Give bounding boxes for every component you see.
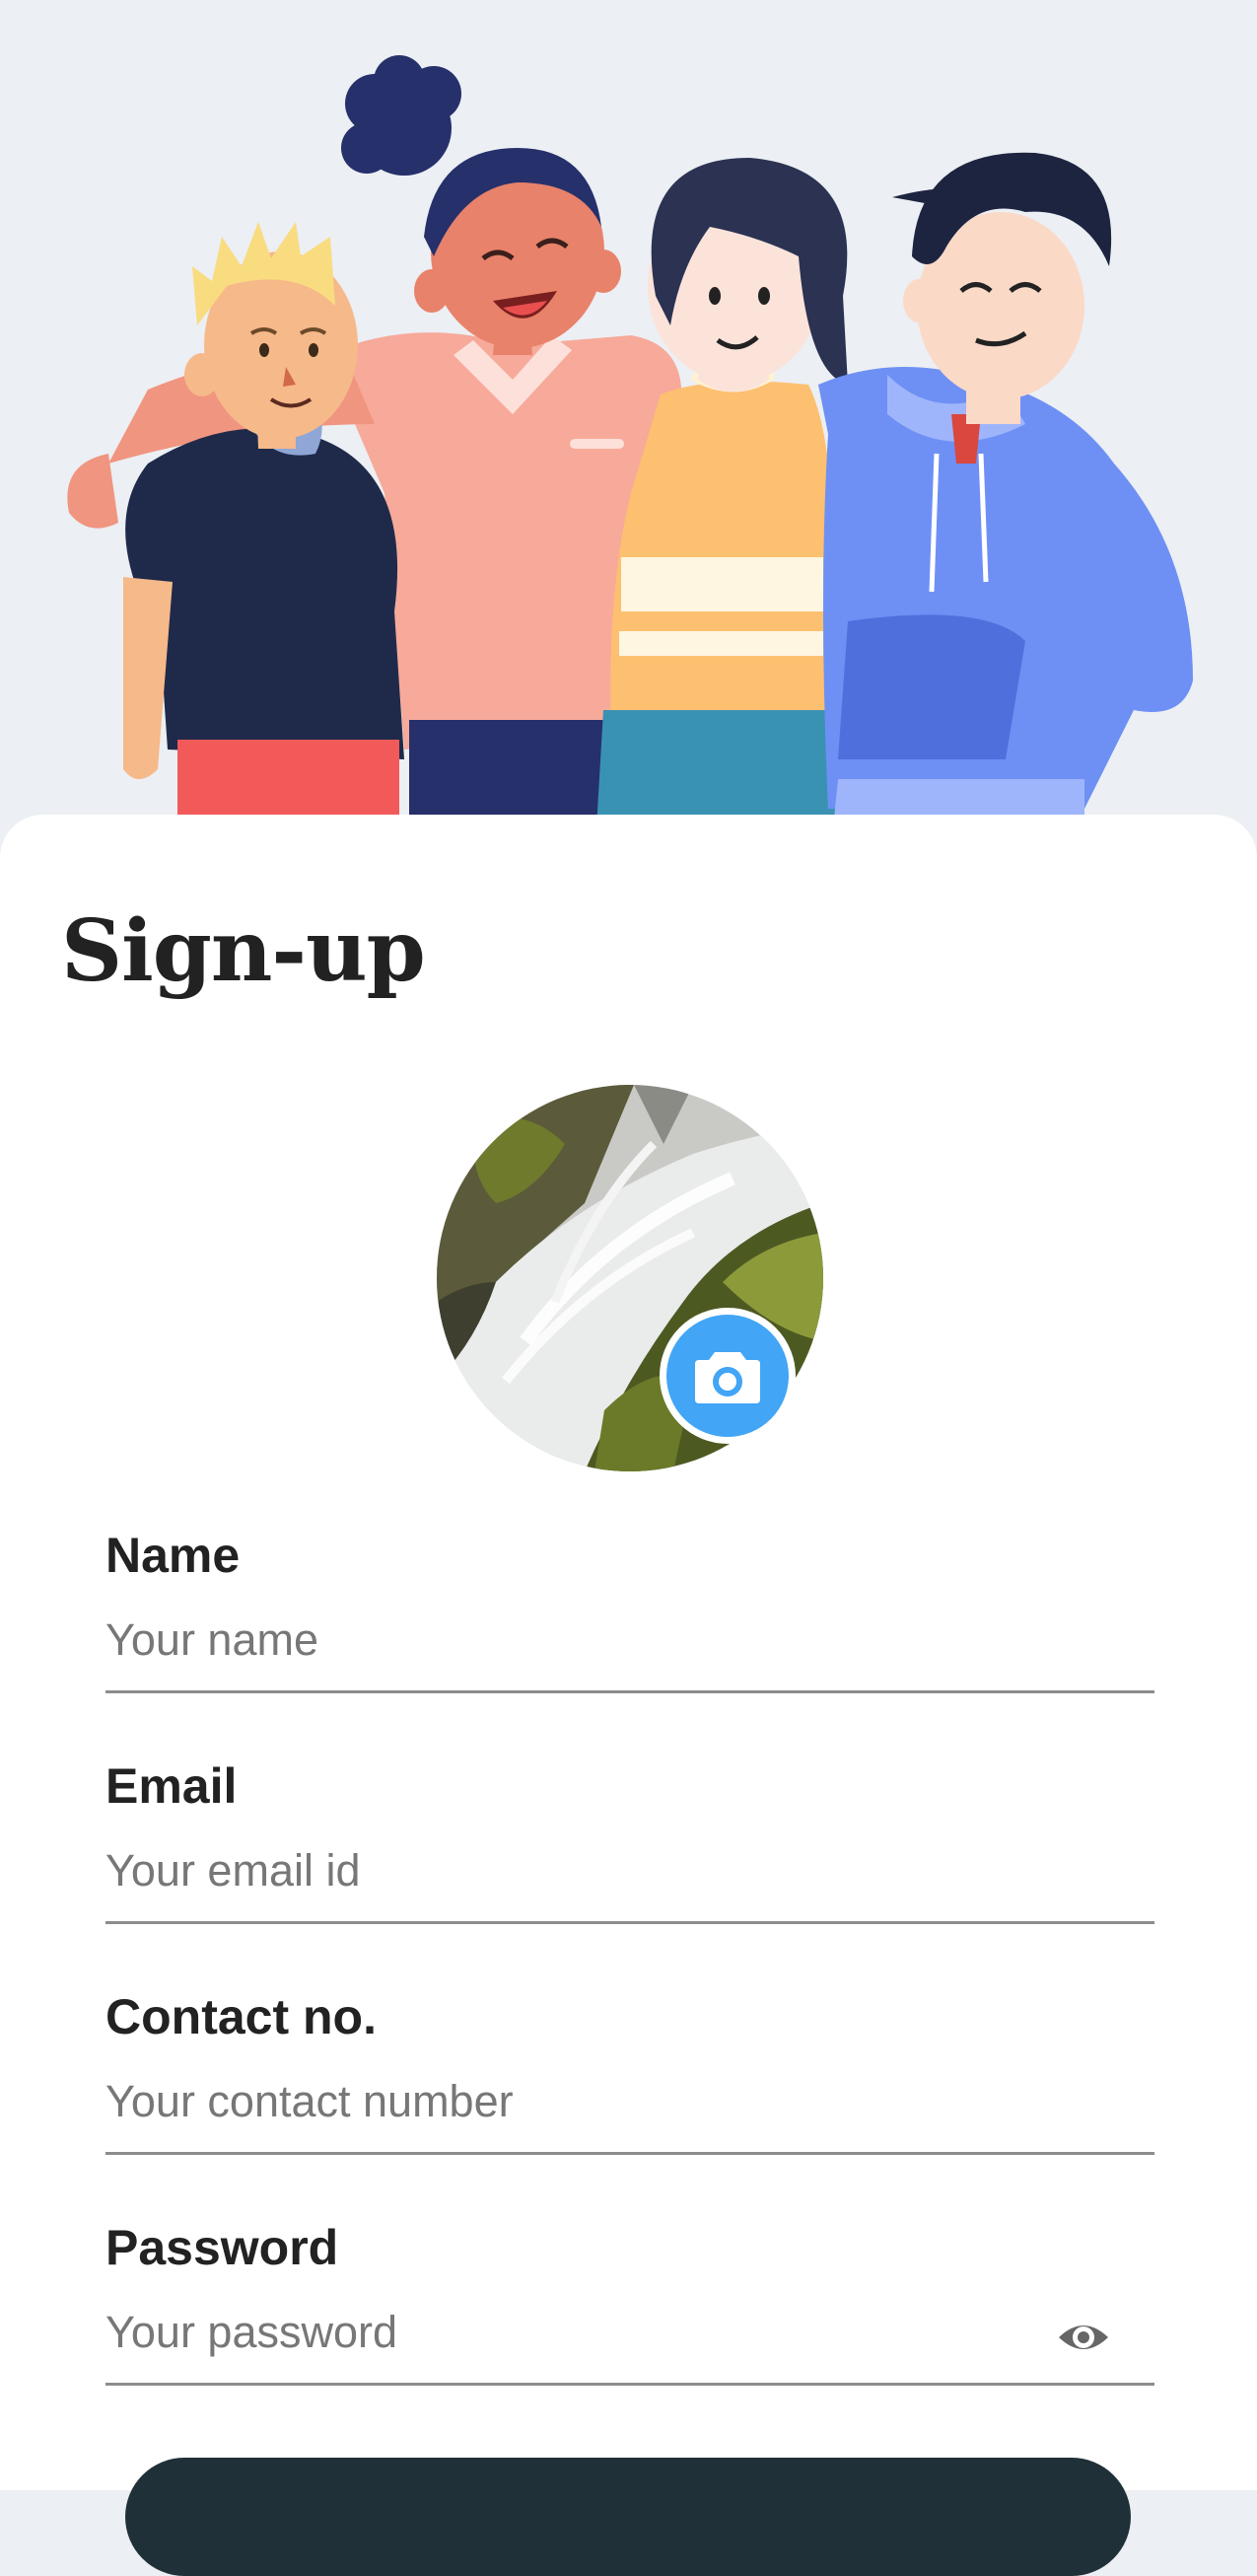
password-input[interactable] [105,2296,1154,2386]
password-label: Password [105,2220,339,2275]
page-title: Sign-up [61,901,426,1001]
person-yellow-tank [596,158,848,828]
person-blue-hoodie [818,152,1193,828]
email-input[interactable] [105,1834,1154,1924]
contact-input[interactable] [105,2065,1154,2155]
hero-illustration [0,0,1257,828]
contact-label: Contact no. [105,1989,377,2044]
signup-submit-button[interactable] [125,2458,1131,2576]
change-photo-button[interactable] [660,1308,796,1444]
eye-icon[interactable] [1056,2310,1111,2365]
person-blonde [123,222,404,828]
camera-icon [695,1352,760,1403]
name-label: Name [105,1528,241,1583]
name-field: Name [105,1527,1154,1724]
contact-field: Contact no. [105,1988,1154,2185]
email-field: Email [105,1757,1154,1955]
signup-card: Sign-up Name Your name Email Your email … [0,815,1257,2576]
profile-photo-picker[interactable] [437,1085,823,1471]
name-input[interactable] [105,1604,1154,1693]
email-label: Email [105,1758,238,1814]
password-field: Password [105,2219,1154,2416]
